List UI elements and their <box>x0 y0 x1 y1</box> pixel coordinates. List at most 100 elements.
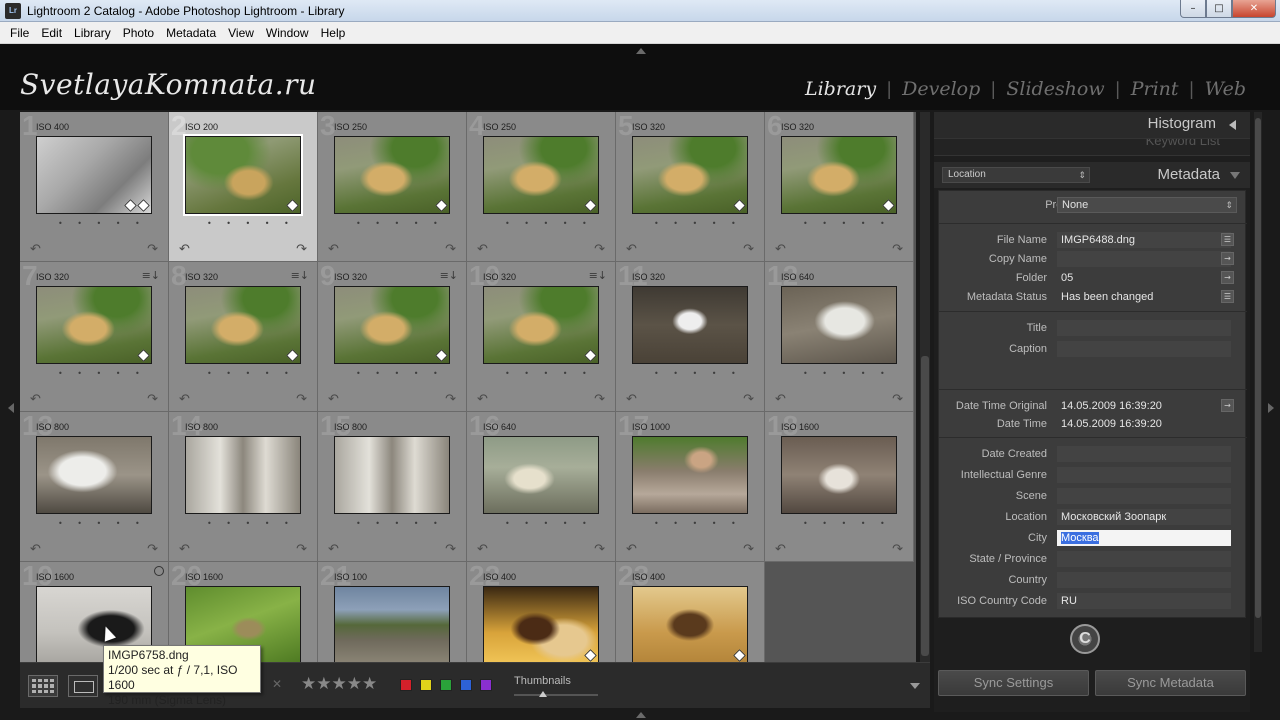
photo-thumbnail[interactable] <box>36 136 152 214</box>
menu-item-file[interactable]: File <box>4 26 35 40</box>
rotate-left-icon[interactable]: ↶ <box>328 242 339 257</box>
rating-dots[interactable]: • • • • • <box>58 519 146 528</box>
metadata-value-field[interactable] <box>1057 572 1231 588</box>
quick-collection-circle-icon[interactable] <box>154 566 164 576</box>
expand-right-panel-icon[interactable] <box>1268 403 1274 413</box>
histogram-collapse-icon[interactable] <box>1229 120 1236 130</box>
rating-dots[interactable]: • • • • • <box>654 219 742 228</box>
menu-item-edit[interactable]: Edit <box>35 26 68 40</box>
grid-cell[interactable]: 14 ISO 800 • • • • • ↶ ↷ <box>169 412 318 562</box>
photo-thumbnail[interactable] <box>483 586 599 662</box>
menu-item-photo[interactable]: Photo <box>117 26 160 40</box>
rotate-right-icon[interactable]: ↷ <box>445 392 456 407</box>
rotate-right-icon[interactable]: ↷ <box>594 242 605 257</box>
rotate-right-icon[interactable]: ↷ <box>147 542 158 557</box>
photo-thumbnail[interactable] <box>334 136 450 214</box>
edited-badge-icon[interactable] <box>435 349 448 362</box>
rotate-right-icon[interactable]: ↷ <box>296 242 307 257</box>
edited-badge-icon[interactable] <box>733 649 746 662</box>
metadata-collapse-icon[interactable] <box>1230 172 1240 179</box>
metadata-value-field[interactable]: 05 <box>1057 270 1231 286</box>
grid-view-button[interactable] <box>28 675 58 697</box>
metadata-value-field[interactable]: RU <box>1057 593 1231 609</box>
metadata-value-field[interactable]: Московский Зоопарк <box>1057 509 1231 525</box>
photo-thumbnail[interactable] <box>781 436 897 514</box>
rotate-right-icon[interactable]: ↷ <box>594 392 605 407</box>
edited-badge-icon[interactable] <box>137 349 150 362</box>
rotate-right-icon[interactable]: ↷ <box>296 392 307 407</box>
rotate-right-icon[interactable]: ↷ <box>594 542 605 557</box>
grid-cell[interactable]: 2 ISO 200 • • • • • ↶ ↷ <box>169 112 318 262</box>
rotate-left-icon[interactable]: ↶ <box>179 392 190 407</box>
grid-cell[interactable]: 10 ISO 320 ≡↓ • • • • • ↶ ↷ <box>467 262 616 412</box>
rotate-left-icon[interactable]: ↶ <box>477 392 488 407</box>
edited-badge-icon[interactable] <box>584 649 597 662</box>
metadata-set-select[interactable]: Location <box>942 167 1090 183</box>
rotate-right-icon[interactable]: ↷ <box>743 542 754 557</box>
edited-badge-icon[interactable] <box>584 199 597 212</box>
grid-cell[interactable]: 3 ISO 250 • • • • • ↶ ↷ <box>318 112 467 262</box>
color-label-swatch[interactable] <box>420 679 432 691</box>
photo-thumbnail[interactable] <box>632 286 748 364</box>
edited-badge-icon[interactable] <box>286 199 299 212</box>
metadata-value-field[interactable]: Has been changed <box>1057 289 1231 305</box>
rotate-left-icon[interactable]: ↶ <box>626 392 637 407</box>
rating-dots[interactable]: • • • • • <box>505 369 593 378</box>
photo-thumbnail[interactable] <box>632 586 748 662</box>
right-panel-scrollbar-thumb[interactable] <box>1255 118 1261 618</box>
photo-thumbnail[interactable] <box>483 286 599 364</box>
rating-dots[interactable]: • • • • • <box>803 519 891 528</box>
stack-icon[interactable]: ≡↓ <box>291 269 309 282</box>
rotate-left-icon[interactable]: ↶ <box>626 542 637 557</box>
star-rating[interactable]: ★★★★★ <box>301 674 377 694</box>
rotate-right-icon[interactable]: ↷ <box>445 242 456 257</box>
rotate-right-icon[interactable]: ↷ <box>743 242 754 257</box>
loupe-view-button[interactable] <box>68 675 98 697</box>
grid-cell[interactable]: 13 ISO 800 • • • • • ↶ ↷ <box>20 412 169 562</box>
rotate-right-icon[interactable]: ↷ <box>296 542 307 557</box>
menu-item-window[interactable]: Window <box>260 26 315 40</box>
color-label-swatch[interactable] <box>480 679 492 691</box>
module-print[interactable]: Print <box>1127 78 1183 100</box>
close-button[interactable]: ✕ <box>1232 0 1276 18</box>
rotate-right-icon[interactable]: ↷ <box>892 392 903 407</box>
rotate-left-icon[interactable]: ↶ <box>179 242 190 257</box>
module-slideshow[interactable]: Slideshow <box>1002 78 1108 100</box>
color-label-swatch[interactable] <box>460 679 472 691</box>
preset-select[interactable]: None <box>1057 197 1237 213</box>
rotate-right-icon[interactable]: ↷ <box>147 242 158 257</box>
module-web[interactable]: Web <box>1201 78 1250 100</box>
rating-dots[interactable]: • • • • • <box>58 369 146 378</box>
edited-badge-icon[interactable] <box>286 349 299 362</box>
metadata-value-field[interactable] <box>1057 341 1231 357</box>
grid-cell[interactable]: 16 ISO 640 • • • • • ↶ ↷ <box>467 412 616 562</box>
metadata-action-icon[interactable]: → <box>1221 399 1234 412</box>
metadata-action-icon[interactable]: ☰ <box>1221 290 1234 303</box>
photo-thumbnail[interactable] <box>36 436 152 514</box>
rating-dots[interactable]: • • • • • <box>356 369 444 378</box>
right-panel-scrollbar[interactable] <box>1254 112 1262 652</box>
rotate-left-icon[interactable]: ↶ <box>179 542 190 557</box>
metadata-value-field[interactable] <box>1057 320 1231 336</box>
menu-item-view[interactable]: View <box>222 26 260 40</box>
expand-left-panel-icon[interactable] <box>8 403 14 413</box>
photo-thumbnail[interactable] <box>781 286 897 364</box>
photo-thumbnail[interactable] <box>781 136 897 214</box>
grid-cell[interactable]: 15 ISO 800 • • • • • ↶ ↷ <box>318 412 467 562</box>
rotate-left-icon[interactable]: ↶ <box>30 392 41 407</box>
minimize-button[interactable]: – <box>1180 0 1206 18</box>
grid-cell[interactable]: 7 ISO 320 ≡↓ • • • • • ↶ ↷ <box>20 262 169 412</box>
metadata-action-icon[interactable]: → <box>1221 252 1234 265</box>
menu-item-help[interactable]: Help <box>315 26 352 40</box>
rating-dots[interactable]: • • • • • <box>654 519 742 528</box>
stack-icon[interactable]: ≡↓ <box>589 269 607 282</box>
metadata-value-field[interactable] <box>1057 467 1231 483</box>
photo-thumbnail[interactable] <box>483 136 599 214</box>
edited-badge-icon[interactable] <box>882 199 895 212</box>
photo-thumbnail[interactable] <box>334 586 450 662</box>
reject-flag-icon[interactable]: ✕ <box>272 677 282 691</box>
grid-cell[interactable]: 9 ISO 320 ≡↓ • • • • • ↶ ↷ <box>318 262 467 412</box>
rotate-left-icon[interactable]: ↶ <box>775 242 786 257</box>
rating-dots[interactable]: • • • • • <box>207 369 295 378</box>
sync-settings-button[interactable]: Sync Settings <box>938 670 1089 696</box>
